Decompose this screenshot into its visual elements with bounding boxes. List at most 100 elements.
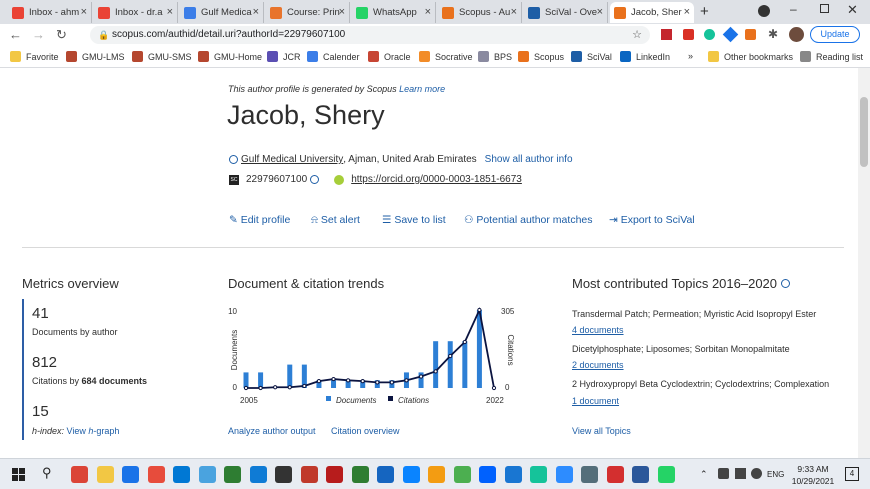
orcid-link[interactable]: https://orcid.org/0000-0003-1851-6673 — [351, 174, 522, 185]
bookmark-item[interactable]: Calender — [307, 51, 360, 62]
windows-start-icon[interactable] — [12, 468, 25, 481]
bookmark-star-icon[interactable]: ☆ — [632, 26, 642, 44]
sum-icon[interactable] — [224, 466, 241, 483]
save-to-list-action[interactable]: ☰ Save to list — [382, 214, 446, 226]
onedrive-icon[interactable] — [198, 466, 216, 483]
chrome-alt-icon[interactable] — [351, 466, 369, 483]
close-tab-icon[interactable]: × — [253, 6, 259, 18]
topic-documents-link[interactable]: 2 documents — [572, 360, 624, 370]
bookmark-item[interactable]: SciVal — [571, 51, 612, 62]
topic-documents-link[interactable]: 1 document — [572, 396, 619, 406]
bookmark-item[interactable]: GMU-LMS — [66, 51, 125, 62]
battery-icon[interactable] — [718, 468, 729, 479]
bookmark-item[interactable]: Socrative — [419, 51, 473, 62]
extensions-puzzle-icon[interactable]: ✱ — [768, 27, 778, 41]
learn-more-link[interactable]: Learn more — [399, 84, 445, 94]
app-icon[interactable] — [581, 466, 598, 483]
close-tab-icon[interactable]: × — [339, 6, 345, 18]
word-icon[interactable] — [632, 466, 649, 483]
whatsapp-icon[interactable] — [657, 466, 675, 483]
scrollbar-thumb[interactable] — [860, 97, 868, 167]
minimize-icon[interactable]: – — [790, 2, 797, 16]
bookmark-item[interactable]: JCR — [267, 51, 301, 62]
app-icon[interactable] — [504, 466, 522, 483]
app-icon[interactable] — [453, 466, 471, 483]
info-icon[interactable] — [310, 175, 320, 184]
analyze-author-output-link[interactable]: Analyze author output — [228, 426, 316, 436]
bookmark-item[interactable]: Oracle — [368, 51, 411, 62]
bookmark-item[interactable]: Favorite — [10, 51, 59, 62]
back-arrow-icon[interactable]: ← — [9, 27, 22, 42]
bookmark-item[interactable]: GMU-Home — [198, 51, 262, 62]
browser-tab[interactable]: Inbox - dr.a × — [94, 2, 178, 23]
show-author-info-link[interactable]: Show all author info — [485, 154, 573, 165]
photos-icon[interactable] — [173, 466, 190, 483]
view-all-topics-link[interactable]: View all Topics — [572, 426, 631, 436]
affiliation-link[interactable]: Gulf Medical University — [241, 154, 343, 165]
bookmark-item[interactable]: GMU-SMS — [132, 51, 192, 62]
new-tab-button[interactable]: + — [700, 3, 709, 20]
update-button[interactable]: Update — [810, 26, 860, 43]
reading-list[interactable]: Reading list — [800, 51, 863, 62]
close-tab-icon[interactable]: × — [167, 6, 173, 18]
profile-avatar[interactable] — [789, 27, 804, 42]
extension-blue-icon[interactable] — [722, 26, 739, 43]
browser-tab[interactable]: Gulf Medica × — [180, 2, 264, 23]
forward-arrow-icon[interactable]: → — [32, 27, 45, 42]
browser-tab[interactable]: Jacob, Sher × — [610, 2, 694, 23]
browser-tab[interactable]: SciVal - Ove × — [524, 2, 608, 23]
browser-tab[interactable]: Scopus - Au × — [438, 2, 522, 23]
app-icon[interactable] — [606, 466, 624, 483]
export-to-scival-action[interactable]: ⇥ Export to SciVal — [609, 214, 695, 226]
bookmark-item[interactable]: LinkedIn — [620, 51, 670, 62]
chrome-icon[interactable] — [71, 466, 88, 483]
other-bookmarks[interactable]: Other bookmarks — [708, 51, 793, 62]
citation-overview-link[interactable]: Citation overview — [331, 426, 400, 436]
close-tab-icon[interactable]: × — [425, 6, 431, 18]
close-tab-icon[interactable]: × — [597, 6, 603, 18]
notification-center-icon[interactable]: 4 — [845, 467, 859, 481]
calendar-icon[interactable] — [122, 466, 139, 483]
network-icon[interactable] — [735, 468, 746, 479]
set-alert-action[interactable]: ⍾ Set alert — [311, 214, 360, 227]
bookmark-item[interactable]: Scopus — [518, 51, 564, 62]
browser-tab[interactable]: Inbox - ahm × — [8, 2, 92, 23]
language-indicator[interactable]: ENG — [767, 470, 784, 479]
extension-orange-icon[interactable] — [745, 29, 756, 40]
tab-search-icon[interactable] — [758, 5, 770, 17]
more-bookmarks-button[interactable]: » — [688, 51, 693, 61]
reload-icon[interactable]: ↻ — [56, 27, 67, 43]
app-icon[interactable] — [428, 466, 445, 483]
media-player-icon[interactable] — [275, 466, 292, 483]
address-bar[interactable]: 🔒 scopus.com/authid/detail.uri?authorId=… — [90, 26, 650, 44]
edit-profile-action[interactable]: ✎ Edit profile — [229, 214, 290, 226]
restore-icon[interactable] — [820, 4, 829, 13]
close-tab-icon[interactable]: × — [511, 6, 517, 18]
bookmark-item[interactable]: BPS — [478, 51, 512, 62]
edge-icon[interactable] — [249, 466, 267, 483]
view-hgraph-link[interactable]: View h-graph — [67, 426, 120, 436]
browser-icon[interactable] — [377, 466, 394, 483]
app-icon[interactable] — [300, 466, 318, 483]
zoom-icon[interactable] — [555, 466, 573, 483]
close-window-icon[interactable]: ✕ — [847, 2, 858, 18]
dropbox-icon[interactable] — [479, 466, 496, 483]
extension-red-icon[interactable] — [683, 29, 694, 40]
extension-mendeley-icon[interactable] — [661, 29, 672, 40]
system-tray-chevron-icon[interactable]: ⌃ — [700, 469, 708, 480]
mendeley-icon[interactable] — [326, 466, 343, 483]
vscode-icon[interactable] — [402, 466, 420, 483]
potential-author-matches-action[interactable]: ⚇ Potential author matches — [464, 214, 593, 226]
browser-tab[interactable]: WhatsApp × — [352, 2, 436, 23]
info-icon[interactable] — [780, 279, 790, 288]
clock[interactable]: 9:33 AM 10/29/2021 — [790, 463, 836, 487]
extension-grammarly-icon[interactable] — [704, 29, 715, 40]
topic-documents-link[interactable]: 4 documents — [572, 325, 624, 335]
close-tab-icon[interactable]: × — [684, 6, 690, 18]
volume-icon[interactable] — [751, 468, 762, 479]
file-explorer-icon[interactable] — [96, 466, 114, 483]
search-icon[interactable]: ⚲ — [42, 465, 52, 481]
browser-tab[interactable]: Course: Prin × — [266, 2, 350, 23]
close-tab-icon[interactable]: × — [81, 6, 87, 18]
grammarly-icon[interactable] — [530, 466, 547, 483]
